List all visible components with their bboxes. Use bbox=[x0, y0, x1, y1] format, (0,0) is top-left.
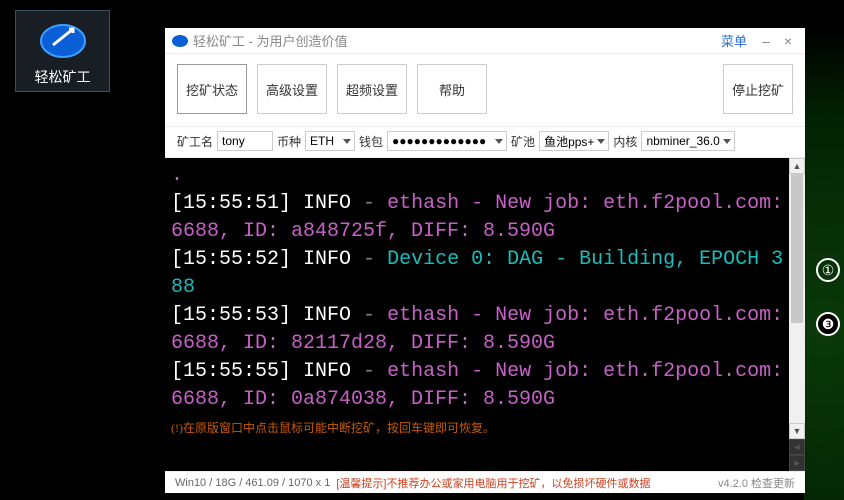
desktop-background: ① ❸ bbox=[804, 28, 844, 500]
stop-mining-button[interactable]: 停止挖矿 bbox=[723, 64, 793, 114]
scroll-down-icon[interactable]: ▼ bbox=[789, 423, 805, 439]
bg-ring-2: ❸ bbox=[816, 312, 840, 336]
core-label: 内核 bbox=[613, 133, 637, 150]
pool-select[interactable]: 鱼池pps+ bbox=[539, 131, 609, 151]
toolbar: 挖矿状态 高级设置 超频设置 帮助 停止挖矿 bbox=[165, 54, 805, 127]
bg-ring-1: ① bbox=[816, 258, 840, 282]
close-button[interactable]: × bbox=[777, 33, 799, 49]
minimize-button[interactable]: – bbox=[755, 33, 777, 49]
scroll-up-icon[interactable]: ▲ bbox=[789, 158, 805, 174]
titlebar: 轻松矿工 - 为用户创造价值 菜单 – × bbox=[165, 28, 805, 54]
tab-mining-status[interactable]: 挖矿状态 bbox=[177, 64, 247, 114]
status-tip: [温馨提示]不推荐办公或家用电脑用于挖矿，以免损坏硬件或数据 bbox=[336, 475, 650, 491]
wallet-select[interactable]: ●●●●●●●●●●●●● bbox=[387, 131, 507, 151]
core-select[interactable]: nbminer_36.0 bbox=[641, 131, 734, 151]
pool-label: 矿池 bbox=[511, 133, 535, 150]
desktop-shortcut[interactable]: 轻松矿工 bbox=[15, 10, 110, 92]
tab-help[interactable]: 帮助 bbox=[417, 64, 487, 114]
window-icon bbox=[171, 32, 189, 50]
coin-label: 币种 bbox=[277, 133, 301, 150]
tab-overclock[interactable]: 超频设置 bbox=[337, 64, 407, 114]
scroll-thumb[interactable] bbox=[791, 174, 803, 323]
console-warning: (!)在原版窗口中点击鼠标可能中断挖矿，按回车键即可恢复。 bbox=[171, 420, 787, 437]
miner-input[interactable] bbox=[217, 131, 273, 151]
coin-select[interactable]: ETH bbox=[305, 131, 355, 151]
menu-button[interactable]: 菜单 bbox=[721, 31, 747, 50]
version-check[interactable]: v4.2.0 检查更新 bbox=[718, 475, 795, 491]
system-info: Win10 / 18G / 461.09 / 1070 x 1 bbox=[175, 477, 330, 489]
wallet-label: 钱包 bbox=[359, 133, 383, 150]
console-area: . [15:55:51] INFO - ethash - New job: et… bbox=[165, 158, 805, 471]
app-icon bbox=[39, 17, 87, 65]
tab-advanced[interactable]: 高级设置 bbox=[257, 64, 327, 114]
desktop-shortcut-label: 轻松矿工 bbox=[16, 67, 109, 87]
statusbar: Win10 / 18G / 461.09 / 1070 x 1 [温馨提示]不推… bbox=[165, 471, 805, 493]
config-row: 矿工名 币种 ETH 钱包 ●●●●●●●●●●●●● 矿池 鱼池pps+ 内核… bbox=[165, 127, 805, 158]
miner-label: 矿工名 bbox=[177, 133, 213, 150]
console-scrollbar[interactable]: ▲ ▼ ◄ ► bbox=[789, 158, 805, 471]
scroll-right-icon[interactable]: ► bbox=[789, 455, 805, 471]
app-window: 轻松矿工 - 为用户创造价值 菜单 – × 挖矿状态 高级设置 超频设置 帮助 … bbox=[165, 28, 805, 493]
scroll-track[interactable] bbox=[789, 174, 805, 423]
window-title: 轻松矿工 - 为用户创造价值 bbox=[193, 31, 721, 50]
console-output: . [15:55:51] INFO - ethash - New job: et… bbox=[165, 158, 789, 471]
scroll-left-icon[interactable]: ◄ bbox=[789, 439, 805, 455]
